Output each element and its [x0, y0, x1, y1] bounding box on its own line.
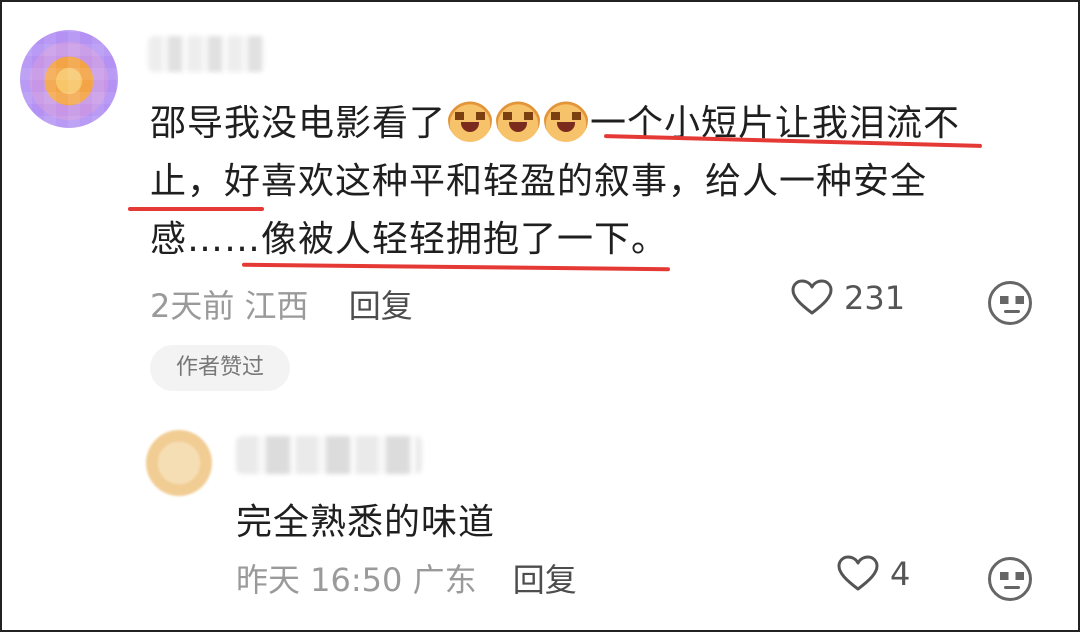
heart-icon [791, 279, 833, 315]
author-liked-badge: 作者赞过 [150, 345, 290, 391]
comment-text: 邵导我没电影看了 一个小短片让我泪流不 止，好喜欢这种平和轻盈的叙事，给人一种安全… [150, 95, 990, 269]
reply-location: 广东 [412, 561, 477, 599]
crying-cat-emoji-icon [448, 98, 493, 142]
dislike-face-icon[interactable] [988, 281, 1032, 325]
crying-cat-emoji-icon [544, 98, 589, 142]
avatar[interactable] [20, 30, 118, 128]
reply-meta: 昨天 16:50 广东 回复 [236, 555, 577, 601]
like-count: 231 [844, 279, 906, 317]
comment-line-3: 感……像被人轻轻拥抱了一下。 [150, 219, 669, 260]
comment-segment: 邵导我没电影看了 [150, 103, 447, 144]
reply-time: 昨天 16:50 [236, 561, 403, 599]
red-underline [128, 207, 264, 211]
reply-reply-button[interactable]: 回复 [513, 561, 577, 599]
reply-text: 完全熟悉的味道 [236, 502, 496, 543]
username-blurred[interactable] [148, 36, 266, 72]
reply-like-count: 4 [890, 555, 911, 593]
reply-avatar[interactable] [146, 430, 212, 496]
reply-button[interactable]: 回复 [349, 287, 413, 325]
like-button[interactable]: 231 [790, 279, 905, 317]
crying-cat-emoji-icon [496, 98, 541, 142]
comment-time: 2天前 [150, 287, 235, 325]
reply-like-button[interactable]: 4 [836, 555, 910, 593]
comment-line-2: 止，好喜欢这种平和轻盈的叙事，给人一种安全 [150, 161, 928, 202]
reply-username-blurred[interactable] [236, 436, 422, 474]
comment-location: 江西 [244, 287, 309, 325]
dislike-face-icon[interactable] [988, 557, 1032, 601]
heart-icon [837, 555, 879, 591]
comment-meta: 2天前 江西 回复 [150, 281, 413, 327]
